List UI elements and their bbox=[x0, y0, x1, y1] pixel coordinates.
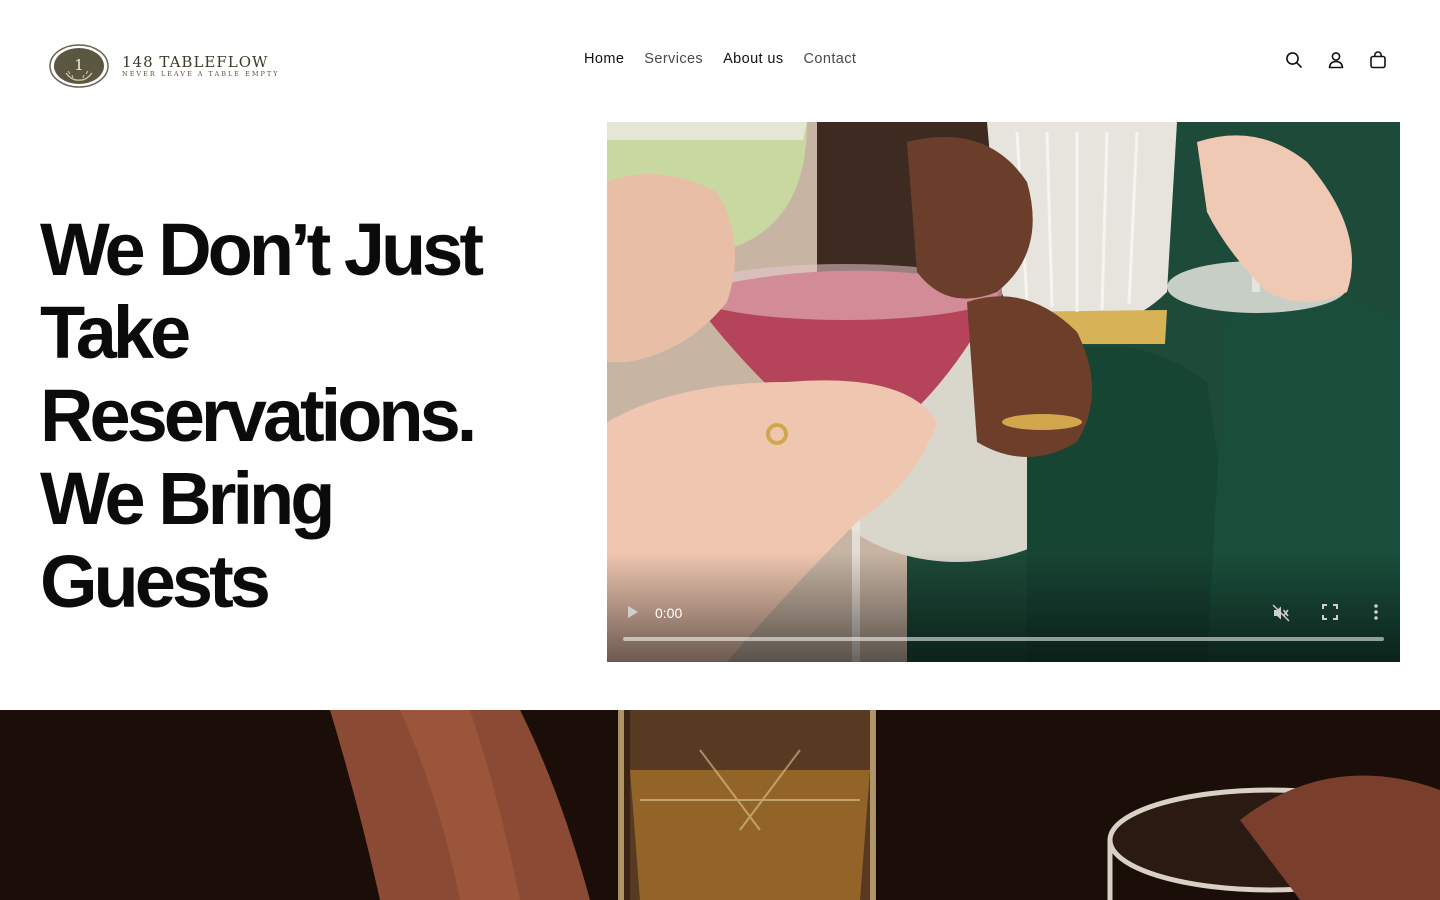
site-header: 1 148 TABLEFLOW NEVER LEAVE A TABLE EMPT… bbox=[0, 0, 1440, 122]
video-time: 0:00 bbox=[655, 605, 683, 621]
nav-item-home[interactable]: Home bbox=[574, 49, 634, 69]
nav-item-contact[interactable]: Contact bbox=[794, 49, 867, 69]
logo-emblem: 1 bbox=[48, 43, 110, 89]
fullscreen-icon[interactable] bbox=[1322, 604, 1338, 620]
brand-name: 148 TABLEFLOW bbox=[122, 52, 269, 71]
hero-heading-line: We Bring bbox=[40, 457, 335, 540]
header-icons bbox=[1284, 48, 1388, 72]
brand-tagline: NEVER LEAVE A TABLE EMPTY bbox=[122, 69, 280, 78]
video-progress-bar[interactable] bbox=[623, 637, 1384, 641]
brand-logo[interactable]: 1 148 TABLEFLOW NEVER LEAVE A TABLE EMPT… bbox=[48, 42, 278, 90]
hero-heading-line: We Don’t Just bbox=[40, 208, 484, 291]
emblem-number: 1 bbox=[74, 56, 84, 74]
lower-banner-image bbox=[0, 710, 1440, 900]
cart-icon[interactable] bbox=[1368, 48, 1388, 72]
nav-item-services[interactable]: Services bbox=[634, 49, 713, 69]
account-icon[interactable] bbox=[1326, 48, 1346, 72]
muted-volume-icon[interactable] bbox=[1272, 604, 1290, 622]
main-nav: Home Services About us Contact bbox=[574, 49, 866, 69]
hero-heading: We Don’t Just Take Reservations. We Brin… bbox=[40, 208, 560, 623]
more-options-icon[interactable] bbox=[1368, 602, 1384, 622]
logo-wordmark: 148 TABLEFLOW NEVER LEAVE A TABLE EMPTY bbox=[122, 54, 280, 79]
search-icon[interactable] bbox=[1284, 48, 1304, 72]
video-controls: 0:00 bbox=[607, 582, 1400, 662]
nav-item-about-us[interactable]: About us bbox=[713, 49, 793, 69]
play-icon[interactable] bbox=[625, 604, 641, 620]
hero-heading-line: Take bbox=[40, 291, 191, 374]
hero-video[interactable]: 0:00 bbox=[607, 122, 1400, 662]
whiskey-glasses-image bbox=[0, 710, 1440, 900]
hero-heading-line: Reservations. bbox=[40, 374, 477, 457]
hero-heading-line: Guests bbox=[40, 540, 271, 623]
